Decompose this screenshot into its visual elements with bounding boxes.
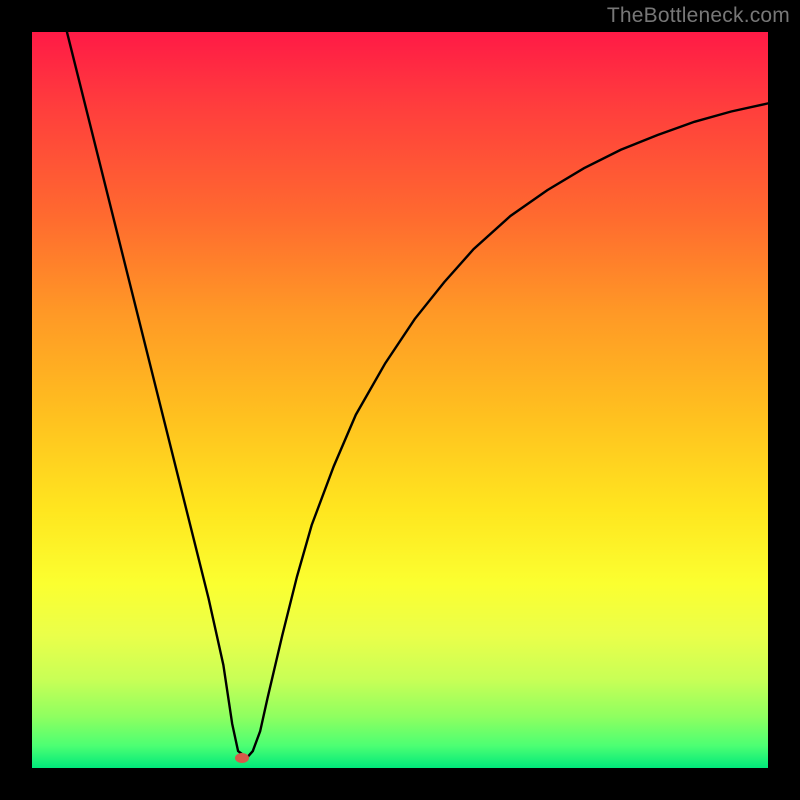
watermark-text: TheBottleneck.com [607,4,790,28]
curve-layer [32,32,768,768]
chart-frame: TheBottleneck.com [0,0,800,800]
plot-area [32,32,768,768]
bottleneck-curve [61,10,768,758]
